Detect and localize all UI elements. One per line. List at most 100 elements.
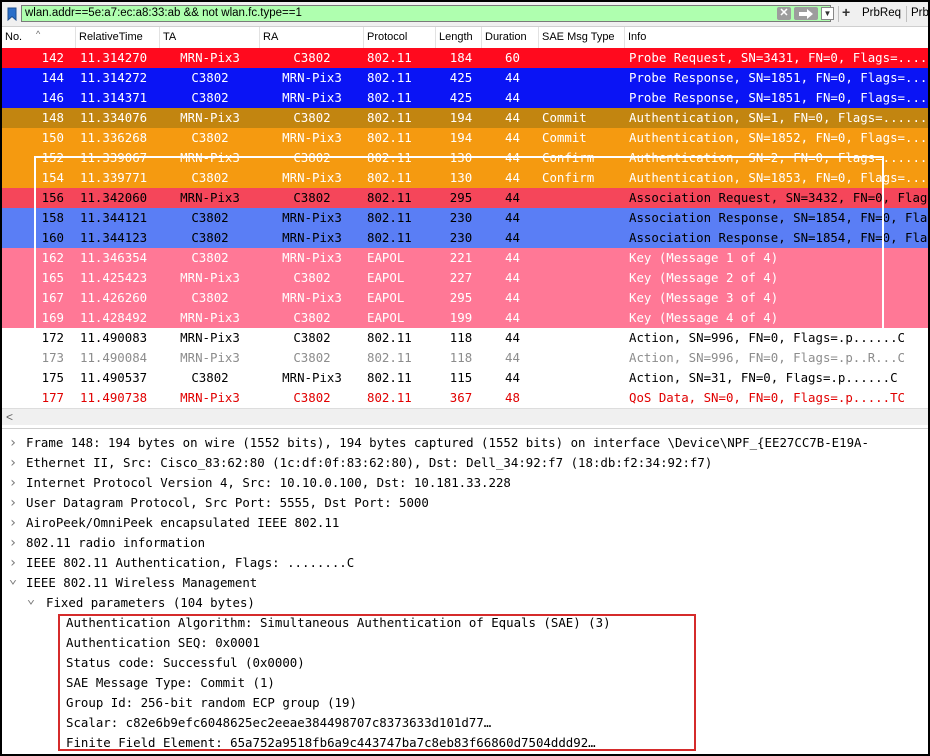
detail-tree-item[interactable]: ⌄ IEEE 802.11 Wireless Management (2, 572, 928, 593)
packet-info: Association Response, SN=1854, FN=0, Fla… (629, 210, 928, 225)
chevron-right-icon[interactable]: › (6, 553, 20, 573)
packet-row[interactable]: 144 11.314272 C3802 MRN-Pix3 802.11 425 44 Prob… (2, 68, 928, 88)
packet-row[interactable]: 173 11.490084 MRN-Pix3 C3802 802.11 118 44 Acti… (2, 348, 928, 368)
detail-tree-item[interactable]: Authentication SEQ: 0x0001 (2, 633, 928, 653)
packet-protocol: 802.11 (367, 90, 412, 105)
filter-button-prbreq[interactable]: PrbReq (862, 7, 901, 19)
detail-tree-item[interactable]: › IEEE 802.11 Authentication, Flags: ....… (2, 553, 928, 573)
column-header-ra[interactable]: RA (260, 27, 364, 48)
detail-tree-label: Authentication SEQ: 0x0001 (66, 635, 260, 650)
plus-icon[interactable]: + (842, 4, 850, 20)
packet-protocol: EAPOL (367, 250, 405, 265)
packet-row[interactable]: 172 11.490083 MRN-Pix3 C3802 802.11 118 44 Acti… (2, 328, 928, 348)
packet-sae-msg-type (542, 348, 628, 368)
packet-transmitter: MRN-Pix3 (180, 110, 240, 125)
packet-relative-time: 11.314371 (80, 90, 148, 105)
filter-button-prb[interactable]: Prb (911, 7, 928, 19)
packet-row[interactable]: 177 11.490738 MRN-Pix3 C3802 802.11 367 48 QoS … (2, 388, 928, 408)
packet-row[interactable]: 169 11.428492 MRN-Pix3 C3802 EAPOL 199 44 Key (… (2, 308, 928, 328)
packet-length: 199 (449, 310, 473, 325)
detail-tree-label: Scalar: c82e6b9efc6048625ec2eeae38449870… (66, 715, 492, 730)
column-header-length[interactable]: Length (436, 27, 482, 48)
packet-row[interactable]: 165 11.425423 MRN-Pix3 C3802 EAPOL 227 44 Key (… (2, 268, 928, 288)
detail-tree-item[interactable]: › Ethernet II, Src: Cisco_83:62:80 (1c:df… (2, 453, 928, 473)
column-header-duration[interactable]: Duration (482, 27, 539, 48)
column-header-no[interactable]: No. ^ (2, 27, 76, 48)
detail-tree-item[interactable]: › Internet Protocol Version 4, Src: 10.10… (2, 473, 928, 493)
column-header-info[interactable]: Info (625, 27, 928, 48)
detail-tree-label: Status code: Successful (0x0000) (66, 655, 305, 670)
packet-row[interactable]: 175 11.490537 C3802 MRN-Pix3 802.11 115 44 Acti… (2, 368, 928, 388)
detail-tree-item[interactable]: Group Id: 256-bit random ECP group (19) (2, 693, 928, 713)
packet-relative-time: 11.428492 (80, 310, 148, 325)
packet-number: 173 (41, 350, 64, 365)
packet-row[interactable]: 154 11.339771 C3802 MRN-Pix3 802.11 130 44 Conf… (2, 168, 928, 188)
packet-receiver: MRN-Pix3 (282, 370, 342, 385)
column-header-protocol[interactable]: Protocol (364, 27, 436, 48)
detail-tree-item[interactable]: Scalar: c82e6b9efc6048625ec2eeae38449870… (2, 713, 928, 733)
clear-icon[interactable]: ✕ (777, 7, 791, 20)
packet-length: 118 (449, 350, 473, 365)
detail-tree-item[interactable]: ⌄ Fixed parameters (104 bytes) (2, 592, 928, 613)
packet-row[interactable]: 158 11.344121 C3802 MRN-Pix3 802.11 230 44 Asso… (2, 208, 928, 228)
packet-transmitter: MRN-Pix3 (180, 310, 240, 325)
chevron-right-icon[interactable]: › (6, 513, 20, 533)
packet-row[interactable]: 152 11.339067 MRN-Pix3 C3802 802.11 130 44 Conf… (2, 148, 928, 168)
packet-row[interactable]: 148 11.334076 MRN-Pix3 C3802 802.11 194 44 Comm… (2, 108, 928, 128)
chevron-right-icon[interactable]: › (6, 473, 20, 493)
packet-duration: 44 (505, 150, 520, 165)
packet-duration: 44 (505, 130, 520, 145)
detail-tree-item[interactable]: › User Datagram Protocol, Src Port: 5555,… (2, 493, 928, 513)
packet-info: Probe Response, SN=1851, FN=0, Flags=...… (629, 90, 928, 105)
packet-sae-msg-type (542, 268, 628, 288)
packet-row[interactable]: 146 11.314371 C3802 MRN-Pix3 802.11 425 44 Prob… (2, 88, 928, 108)
column-header-sae-msg-type[interactable]: SAE Msg Type (539, 27, 625, 48)
detail-tree-item[interactable]: Authentication Algorithm: Simultaneous A… (2, 613, 928, 633)
packet-number: 148 (41, 110, 64, 125)
packet-row[interactable]: 167 11.426260 C3802 MRN-Pix3 EAPOL 295 44 Key (… (2, 288, 928, 308)
detail-tree-label: User Datagram Protocol, Src Port: 5555, … (26, 495, 429, 510)
chevron-left-icon[interactable]: < (6, 410, 13, 424)
detail-tree-item[interactable]: › 802.11 radio information (2, 533, 928, 553)
bookmark-icon[interactable] (6, 6, 18, 22)
detail-tree-item[interactable]: › Frame 148: 194 bytes on wire (1552 bits… (2, 433, 928, 453)
chevron-right-icon[interactable]: › (6, 493, 20, 513)
packet-duration: 44 (505, 290, 520, 305)
packet-row[interactable]: 142 11.314270 MRN-Pix3 C3802 802.11 184 60 Prob… (2, 48, 928, 68)
packet-length: 184 (449, 50, 473, 65)
arrow-right-icon[interactable] (794, 7, 818, 20)
packet-row[interactable]: 160 11.344123 C3802 MRN-Pix3 802.11 230 44 Asso… (2, 228, 928, 248)
packet-protocol: 802.11 (367, 170, 412, 185)
packet-duration: 44 (505, 350, 520, 365)
detail-tree-label: Frame 148: 194 bytes on wire (1552 bits)… (26, 435, 869, 450)
packet-list: 142 11.314270 MRN-Pix3 C3802 802.11 184 60 Prob… (2, 48, 928, 408)
detail-tree-item[interactable]: Status code: Successful (0x0000) (2, 653, 928, 673)
chevron-down-icon[interactable]: ⌄ (24, 592, 38, 606)
detail-tree-item[interactable]: Finite Field Element: 65a752a9518fb6a9c4… (2, 733, 928, 753)
packet-list-horizontal-scrollbar[interactable]: < (2, 408, 928, 425)
chevron-down-icon[interactable]: ⌄ (6, 572, 20, 586)
column-header-relativetime[interactable]: RelativeTime (76, 27, 160, 48)
chevron-right-icon[interactable]: › (6, 533, 20, 553)
packet-row[interactable]: 150 11.336268 C3802 MRN-Pix3 802.11 194 44 Comm… (2, 128, 928, 148)
packet-transmitter: MRN-Pix3 (180, 390, 240, 405)
chevron-right-icon[interactable]: › (6, 453, 20, 473)
display-filter-input[interactable]: wlan.addr==5e:a7:ec:a8:33:ab && not wlan… (21, 5, 831, 22)
packet-row[interactable]: 162 11.346354 C3802 MRN-Pix3 EAPOL 221 44 Key (… (2, 248, 928, 268)
packet-receiver: C3802 (293, 350, 331, 365)
packet-sae-msg-type: Confirm (542, 150, 595, 165)
packet-transmitter: MRN-Pix3 (180, 150, 240, 165)
packet-protocol: 802.11 (367, 150, 412, 165)
packet-sae-msg-type (542, 208, 628, 228)
column-header-ta[interactable]: TA (160, 27, 260, 48)
packet-length: 118 (449, 330, 473, 345)
chevron-down-icon[interactable]: ▼ (821, 7, 834, 20)
chevron-right-icon[interactable]: › (6, 433, 20, 453)
packet-sae-msg-type: Confirm (542, 170, 595, 185)
packet-transmitter: C3802 (191, 130, 229, 145)
detail-tree-item[interactable]: › AiroPeek/OmniPeek encapsulated IEEE 802… (2, 513, 928, 533)
detail-tree-item[interactable]: SAE Message Type: Commit (1) (2, 673, 928, 693)
packet-row[interactable]: 156 11.342060 MRN-Pix3 C3802 802.11 295 44 Asso… (2, 188, 928, 208)
packet-list-header: No. ^ RelativeTime TA RA Protocol Length … (2, 27, 928, 49)
packet-sae-msg-type (542, 368, 628, 388)
